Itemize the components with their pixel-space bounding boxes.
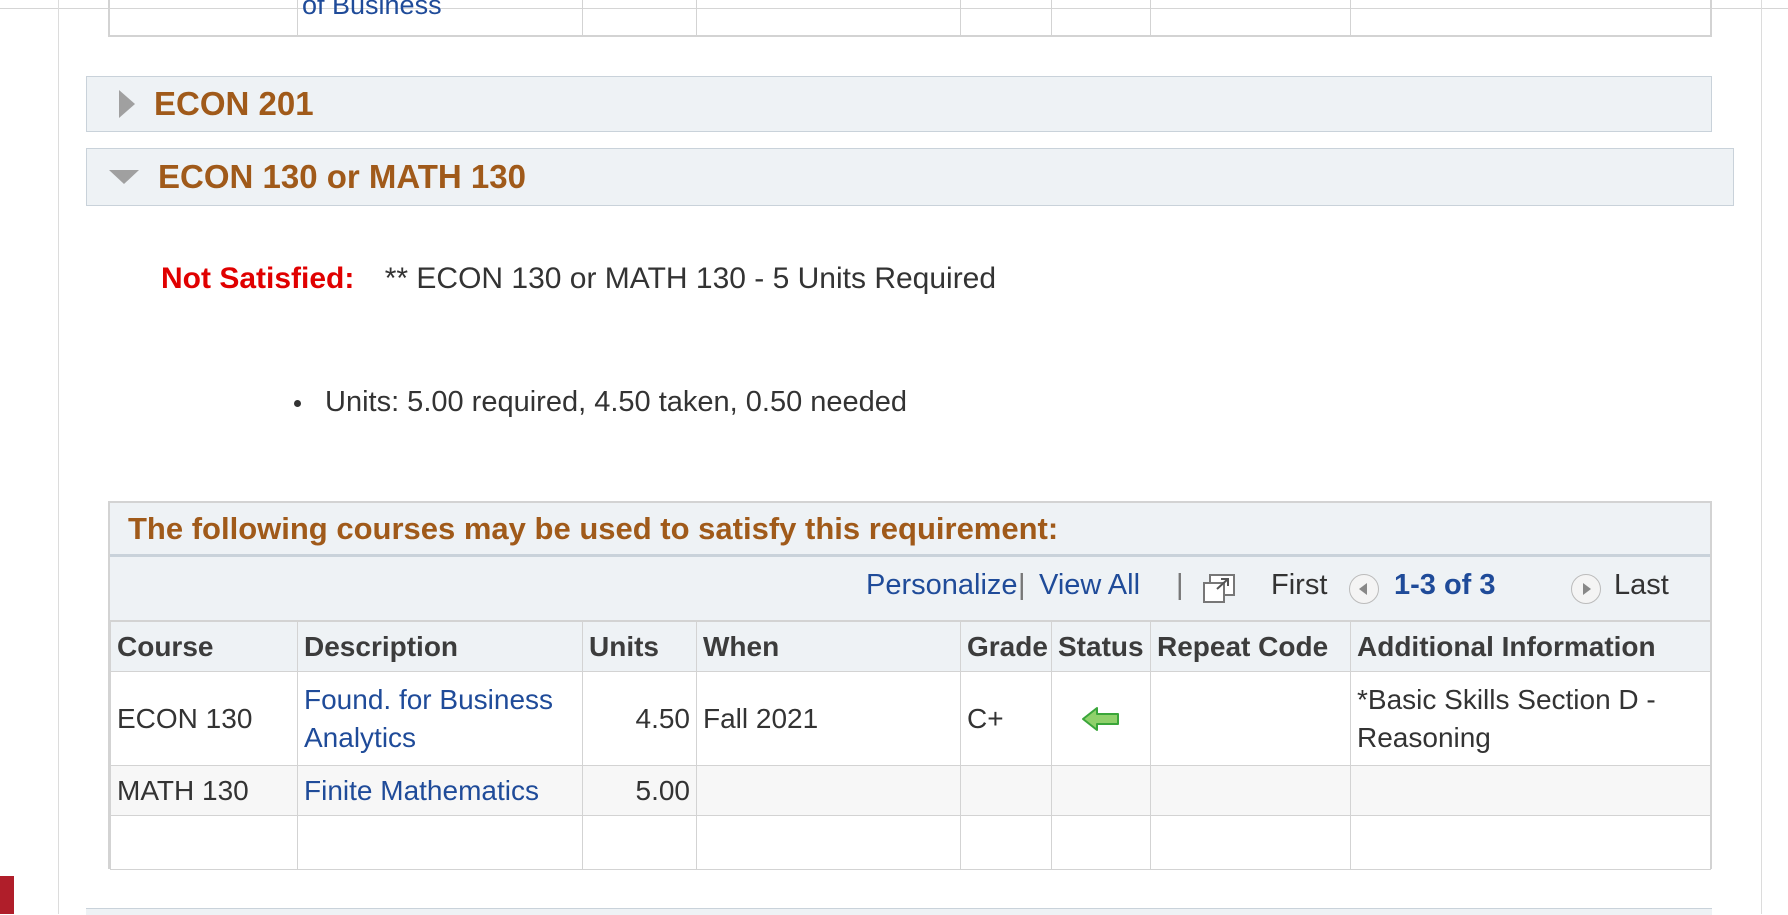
personalize-link[interactable]: Personalize	[866, 569, 1018, 602]
view-all-link[interactable]: View All	[1039, 569, 1140, 602]
group-header-econ-130-or-math-130[interactable]: ECON 130 or MATH 130	[86, 148, 1734, 206]
status-cell	[1051, 765, 1151, 816]
status-cell	[1051, 815, 1151, 870]
requirement-description: ** ECON 130 or MATH 130 - 5 Units Requir…	[384, 262, 997, 295]
additional-info-cell: *Basic Skills Section D - Reasoning	[1350, 671, 1711, 766]
prev-cell	[960, 0, 1052, 35]
first-label[interactable]: First	[1271, 569, 1327, 602]
additional-info-cell	[1350, 765, 1711, 816]
grade-cell	[960, 815, 1052, 870]
last-label[interactable]: Last	[1614, 569, 1669, 602]
status-cell	[1051, 671, 1151, 766]
units-cell: 5.00	[582, 765, 697, 816]
grid-nav-bar: Personalize | View All | First 1-3 of 3 …	[110, 557, 1710, 621]
column-header-course[interactable]: Course	[110, 621, 298, 672]
prev-cell	[582, 0, 697, 35]
prev-cell	[1051, 0, 1151, 35]
when-cell	[696, 765, 961, 816]
units-text: Units: 5.00 required, 4.50 taken, 0.50 n…	[325, 386, 908, 418]
table-row	[110, 815, 1711, 870]
grid-title-bar: The following courses may be used to sat…	[110, 503, 1710, 557]
course-description-link[interactable]: Finite Mathematics	[304, 775, 539, 806]
repeat-code-cell	[1150, 765, 1351, 816]
when-cell	[696, 815, 961, 870]
requirement-status: Not Satisfied: ** ECON 130 or MATH 130 -…	[161, 262, 996, 296]
brand-edge-block	[0, 876, 14, 914]
prev-cell	[110, 0, 298, 35]
zoom-grid-icon[interactable]	[1201, 573, 1237, 605]
additional-info-cell	[1350, 815, 1711, 870]
prev-description-link[interactable]: of Business	[302, 0, 442, 21]
course-description-link[interactable]: Found. for Business Analytics	[304, 684, 553, 753]
repeat-code-cell	[1150, 671, 1351, 766]
prev-cell	[696, 0, 961, 35]
units-cell	[582, 815, 697, 870]
course-table: Course Description Units When Grade Stat…	[110, 621, 1711, 870]
green-left-arrow-icon	[1082, 706, 1119, 731]
previous-page-button[interactable]	[1349, 574, 1379, 604]
right-rail	[1761, 0, 1762, 914]
nav-separator: |	[1018, 569, 1026, 601]
row-count: 1-3 of 3	[1394, 569, 1496, 601]
prev-cell	[1150, 0, 1351, 35]
column-header-units[interactable]: Units	[582, 621, 697, 672]
column-header-additional-information[interactable]: Additional Information	[1350, 621, 1711, 672]
grade-cell	[960, 765, 1052, 816]
not-satisfied-label: Not Satisfied:	[161, 262, 355, 295]
when-cell: Fall 2021	[696, 671, 961, 766]
grid-title: The following courses may be used to sat…	[128, 511, 1059, 546]
group-title: ECON 201	[154, 85, 314, 122]
column-header-description[interactable]: Description	[297, 621, 583, 672]
column-header-when[interactable]: When	[696, 621, 961, 672]
left-rail	[58, 0, 59, 914]
column-header-grade[interactable]: Grade	[960, 621, 1052, 672]
units-cell: 4.50	[582, 671, 697, 766]
group-title: ECON 130 or MATH 130	[158, 158, 526, 195]
grade-cell: C+	[960, 671, 1052, 766]
bullet-icon	[294, 399, 301, 407]
course-cell	[110, 815, 298, 870]
collapse-triangle-icon[interactable]	[109, 170, 139, 184]
nav-separator: |	[1176, 569, 1184, 601]
course-cell: ECON 130	[110, 671, 298, 766]
units-summary: Units: 5.00 required, 4.50 taken, 0.50 n…	[290, 386, 907, 419]
description-cell	[297, 815, 583, 870]
table-row: ECON 130 Found. for Business Analytics 4…	[110, 671, 1711, 766]
course-grid: The following courses may be used to sat…	[108, 501, 1712, 870]
course-cell: MATH 130	[110, 765, 298, 816]
column-header-status[interactable]: Status	[1051, 621, 1151, 672]
next-page-button[interactable]	[1571, 574, 1601, 604]
group-header-econ-201[interactable]: ECON 201	[86, 76, 1712, 132]
table-row: MATH 130 Finite Mathematics 5.00	[110, 765, 1711, 816]
repeat-code-cell	[1150, 815, 1351, 870]
column-header-repeat-code[interactable]: Repeat Code	[1150, 621, 1351, 672]
expand-triangle-icon[interactable]	[119, 90, 135, 118]
